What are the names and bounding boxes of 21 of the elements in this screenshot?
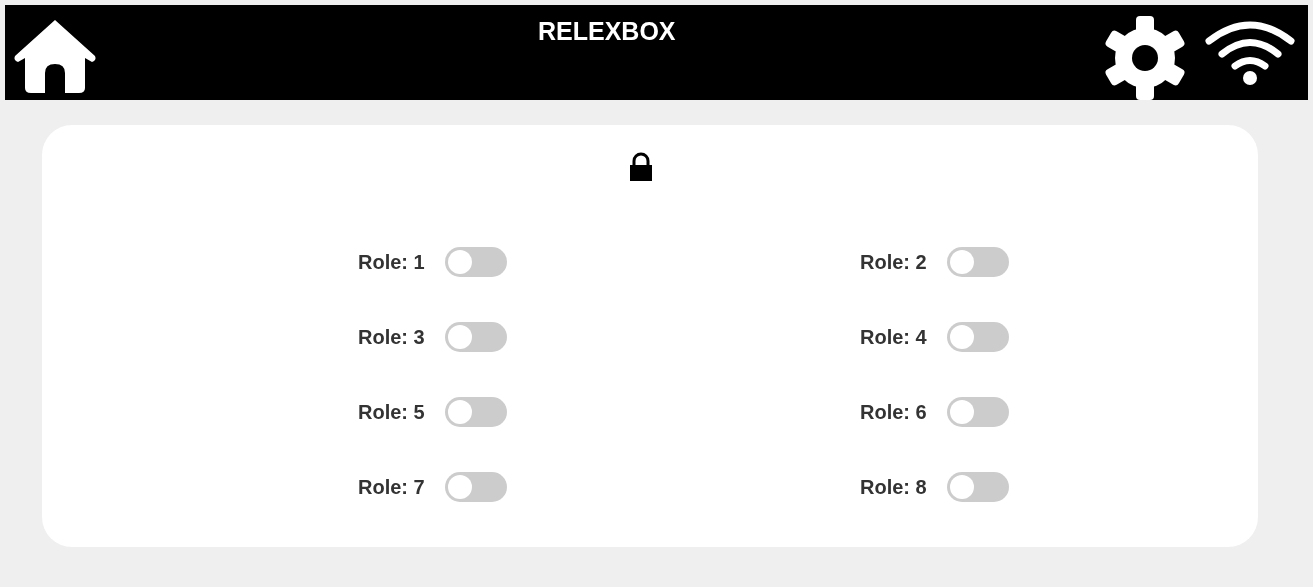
- toggle-switch[interactable]: [444, 472, 507, 502]
- role-label: Role: 2: [860, 250, 927, 274]
- home-icon[interactable]: [13, 18, 97, 94]
- role-label: Role: 4: [860, 325, 927, 349]
- toggle-switch[interactable]: [946, 322, 1009, 352]
- role-label: Role: 3: [358, 325, 425, 349]
- app-title: RELEXBOX: [538, 17, 676, 46]
- role-label: Role: 7: [358, 475, 425, 499]
- toggle-switch[interactable]: [444, 397, 507, 427]
- role-label: Role: 6: [860, 400, 927, 424]
- role-label: Role: 8: [860, 475, 927, 499]
- toggle-switch[interactable]: [946, 397, 1009, 427]
- toggle-switch[interactable]: [444, 247, 507, 277]
- role-label: Role: 5: [358, 400, 425, 424]
- lock-icon: [629, 152, 653, 181]
- wifi-icon[interactable]: [1204, 19, 1296, 85]
- settings-icon[interactable]: [1102, 15, 1188, 101]
- toggle-switch[interactable]: [946, 472, 1009, 502]
- role-label: Role: 1: [358, 250, 425, 274]
- toggle-switch[interactable]: [444, 322, 507, 352]
- toggle-switch[interactable]: [946, 247, 1009, 277]
